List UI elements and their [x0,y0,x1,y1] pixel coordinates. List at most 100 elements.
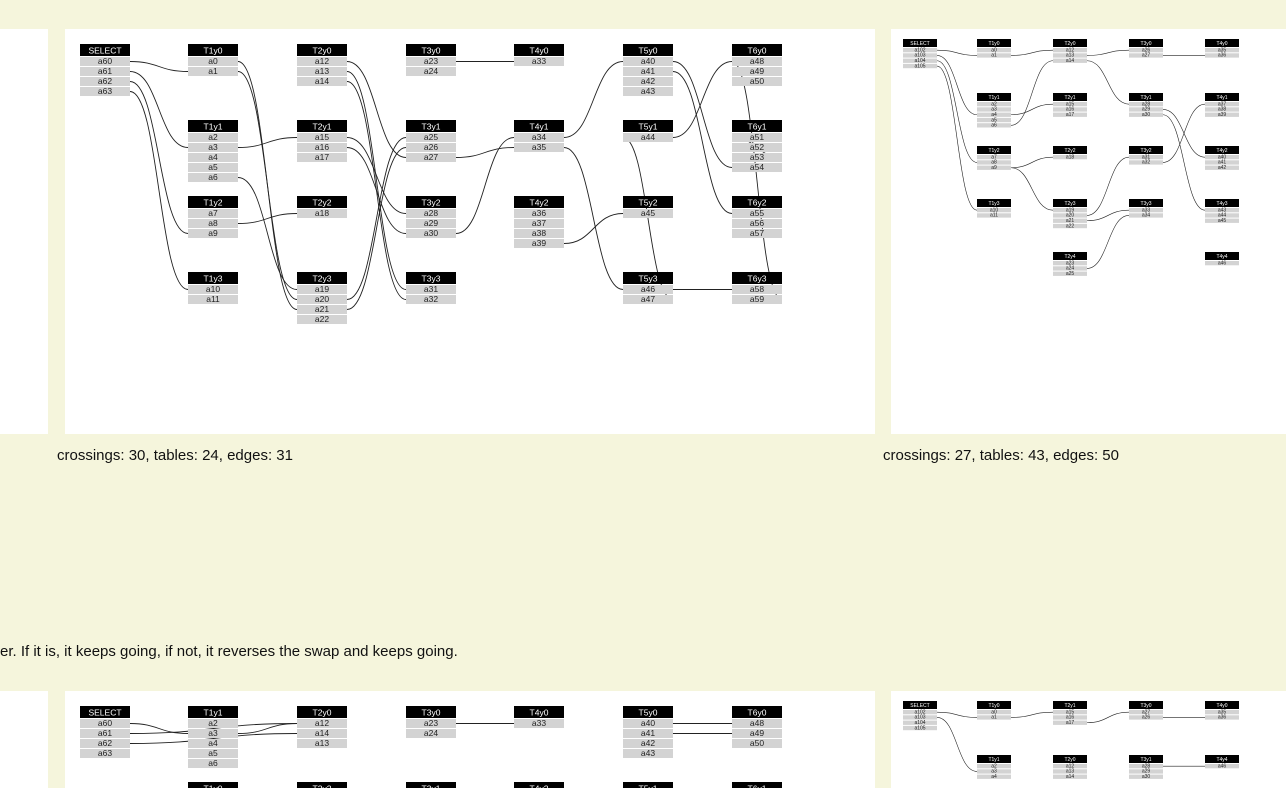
table-t1y0: T1y0a0a1 [188,44,238,76]
edge [237,137,298,148]
table-t1y2: T1y2a7a8a9 [188,196,238,238]
column-name: a33 [532,56,546,66]
column-name: a48 [750,56,764,66]
table-t1y1: T1y1a2a3a4a5a6 [188,706,238,768]
table-t4y4: T4y4a46 [1205,252,1239,266]
table-title: T4y3 [1216,201,1227,207]
column-name: a46 [641,284,655,294]
table-title: SELECT [910,703,929,709]
column-name: a50 [750,76,764,86]
table-t1y1: T1y1a2a3a4a5a6 [188,120,238,182]
column-name: a45 [1218,218,1227,224]
column-name: a52 [750,142,764,152]
edge [936,65,978,211]
column-name: a13 [315,738,329,748]
edge [1010,156,1054,169]
column-name: a11 [206,294,220,304]
column-name: a23 [424,718,438,728]
edge [1010,711,1054,718]
table-title: T3y2 [422,197,441,207]
column-name: a34 [1142,213,1151,219]
table-title: T1y0 [988,703,999,709]
table-title: T4y0 [530,707,549,717]
table-title: T2y0 [313,45,332,55]
table-t2y0: T2y0a12a13a14 [1053,755,1087,780]
column-name: a19 [315,284,329,294]
column-name: a48 [750,718,764,728]
table-title: T2y1 [313,121,332,131]
column-name: a62 [98,76,112,86]
table-title: T2y0 [313,707,332,717]
table-title: T3y1 [422,783,441,788]
column-name: a59 [750,294,764,304]
table-t1y0: T1y0 [188,782,238,788]
table-title: T3y0 [1140,41,1151,47]
column-name: a6 [991,123,997,129]
column-name: a0 [208,56,218,66]
column-name: a8 [208,218,218,228]
column-name: a15 [315,132,329,142]
column-name: a4 [208,152,218,162]
table-select: SELECTa102a103a104a105 [903,701,937,731]
table-t2y2: T2y2a18 [297,196,347,218]
column-name: a17 [1066,720,1075,726]
column-name: a30 [424,228,438,238]
column-name: a57 [750,228,764,238]
column-name: a34 [532,132,546,142]
edge [346,71,407,290]
table-title: T3y1 [422,121,441,131]
column-name: a14 [1066,774,1075,780]
table-title: T1y1 [988,95,999,101]
column-name: a32 [424,294,438,304]
table-title: T4y0 [530,45,549,55]
table-title: T3y3 [1140,201,1151,207]
table-title: T3y1 [1140,757,1151,763]
table-title: T2y3 [1064,201,1075,207]
column-name: a42 [641,738,655,748]
table-t2y1: T2y1a15a16a17 [1053,93,1087,118]
table-t3y0: T3y0a23a24 [406,44,456,76]
table-title: T1y2 [988,148,999,154]
table-t4y0: T4y0a33 [514,706,564,728]
edge [1086,156,1130,216]
table-t6y1: T6y1a51a52a53a54 [732,120,782,172]
table-title: T1y3 [988,201,999,207]
table-t2y1: T2y1a15a16a17 [297,120,347,162]
edge [237,71,298,300]
table-t5y1: T5y1 [623,782,673,788]
edge [1086,60,1130,105]
column-name: a22 [315,314,329,324]
edge [129,71,189,148]
table-title: T1y3 [204,273,223,283]
column-name: a33 [532,718,546,728]
table-title: T2y4 [1064,254,1075,260]
table-title: T3y3 [422,273,441,283]
edge [346,137,407,214]
column-name: a25 [1066,271,1075,277]
table-title: T6y1 [748,121,767,131]
column-name: a50 [750,738,764,748]
column-name: a29 [424,218,438,228]
edge [129,91,189,290]
table-t2y1: T2y1a15a16a17 [1053,701,1087,726]
column-name: a105 [914,725,925,731]
edge [1162,103,1206,163]
table-title: T2y0 [1064,41,1075,47]
column-name: a41 [641,66,655,76]
table-title: T1y0 [204,45,223,55]
table-t6y2: T6y2a55a56a57 [732,196,782,238]
edge [936,711,978,718]
column-name: a24 [424,66,438,76]
table-title: T2y3 [313,273,332,283]
table-title: T6y3 [748,273,767,283]
table-title: T4y2 [530,197,549,207]
column-name: a60 [98,718,112,728]
column-name: a47 [641,294,655,304]
table-t3y2: T3y2a28a29a30 [406,196,456,238]
column-name: a44 [641,132,655,142]
table-title: T3y0 [422,45,441,55]
table-t2y4: T2y4a23a24a25 [1053,252,1087,277]
column-name: a28 [424,208,438,218]
column-name: a43 [641,748,655,758]
table-select: SELECTa102a103a104a105 [903,39,937,69]
